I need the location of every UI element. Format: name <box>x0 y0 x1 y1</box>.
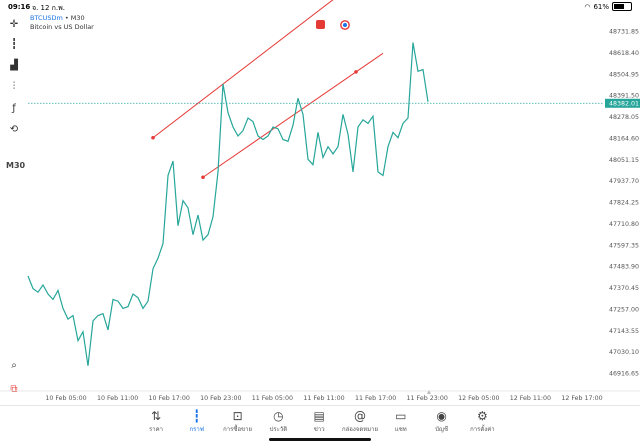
nav-label: แชท <box>394 426 407 433</box>
price-axis-label: 47483.90 <box>609 264 639 271</box>
chart-icon: ┇ <box>193 409 201 423</box>
price-axis-label: 48391.50 <box>609 93 639 100</box>
current-price-label: 48382.01 <box>609 101 639 108</box>
price-axis-label: 48164.60 <box>609 135 639 142</box>
trend-line-anchor[interactable] <box>201 175 205 180</box>
nav-label: ประวัติ <box>269 426 288 433</box>
nav-label: การซื้อขาย <box>223 426 253 433</box>
nav-account[interactable]: ◉ บัญชี <box>422 409 462 434</box>
price-axis-label: 47257.00 <box>609 306 639 313</box>
time-axis-label: 11 Feb 11:00 <box>303 395 344 402</box>
price-axis-label: 48731.85 <box>609 29 639 36</box>
trade-icon: ⊡ <box>232 409 243 423</box>
nav-history[interactable]: ◷ ประวัติ <box>258 409 298 434</box>
time-axis-label: 12 Feb 11:00 <box>510 395 551 402</box>
price-axis-label: 47030.10 <box>609 349 639 356</box>
time-axis-label: 11 Feb 17:00 <box>355 395 396 402</box>
price-axis-label: 48618.40 <box>609 50 639 57</box>
nav-label: ราคา <box>149 426 163 433</box>
time-axis-label: 10 Feb 17:00 <box>149 395 190 402</box>
price-axis-label: 47710.80 <box>609 221 639 228</box>
nav-news[interactable]: ▤ ข่าว <box>299 409 339 434</box>
price-axis-label: 47937.70 <box>609 178 639 185</box>
price-line <box>27 42 429 366</box>
nav-label: กล่องจดหมาย <box>341 426 379 433</box>
mailbox-icon: @ <box>354 409 366 423</box>
price-chart[interactable]: 48731.85 48618.40 48504.95 48391.50 48278.05… <box>0 0 640 405</box>
quotes-icon: ⇅ <box>150 409 162 423</box>
time-axis-label: 12 Feb 17:00 <box>561 395 602 402</box>
nav-label: บัญชี <box>435 426 449 433</box>
price-axis-label: 48504.95 <box>609 71 639 78</box>
news-icon: ▤ <box>313 409 325 423</box>
bottom-nav: ⇅ ราคา ┇ กราฟ ⊡ การซื้อขาย ◷ ประวัติ ▤ ข่าว @ กล่อง… <box>0 405 640 448</box>
nav-mailbox[interactable]: @ กล่องจดหมาย <box>340 409 380 434</box>
price-axis-label: 47597.35 <box>609 242 639 249</box>
trend-line[interactable] <box>152 0 338 139</box>
nav-label: ข่าว <box>313 426 325 433</box>
chat-icon: ▭ <box>395 409 407 423</box>
price-axis-label: 47370.45 <box>609 285 639 292</box>
time-axis-label: 12 Feb 05:00 <box>458 395 499 402</box>
nav-label: การตั้งค่า <box>470 426 495 433</box>
time-axis-label: 10 Feb 11:00 <box>97 395 138 402</box>
trend-line-anchor[interactable] <box>151 135 155 140</box>
price-axis-label: 48051.15 <box>609 157 639 164</box>
home-indicator <box>269 438 371 441</box>
trend-line-anchor[interactable] <box>354 70 358 74</box>
nav-chart[interactable]: ┇ กราฟ <box>177 409 217 434</box>
price-axis-label: 47824.25 <box>609 200 639 207</box>
nav-quotes[interactable]: ⇅ ราคา <box>136 409 176 434</box>
settings-icon: ⚙ <box>477 409 488 423</box>
time-axis-label: 10 Feb 23:00 <box>200 395 241 402</box>
time-axis-label: 10 Feb 05:00 <box>45 395 86 402</box>
history-icon: ◷ <box>273 409 284 423</box>
nav-label: กราฟ <box>189 426 205 433</box>
time-axis-label: 11 Feb 23:00 <box>407 395 448 402</box>
price-axis-label: 46916.65 <box>609 371 639 378</box>
account-icon: ◉ <box>436 409 447 423</box>
nav-trade[interactable]: ⊡ การซื้อขาย <box>218 409 258 434</box>
price-axis-label: 47143.55 <box>609 328 639 335</box>
trend-alert-dot-icon <box>343 23 347 27</box>
time-axis-label: 11 Feb 05:00 <box>252 395 293 402</box>
nav-settings[interactable]: ⚙ การตั้งค่า <box>462 409 502 434</box>
trend-edit-icon[interactable] <box>316 20 325 29</box>
price-axis-label: 48278.05 <box>609 114 639 121</box>
nav-chat[interactable]: ▭ แชท <box>381 409 421 434</box>
